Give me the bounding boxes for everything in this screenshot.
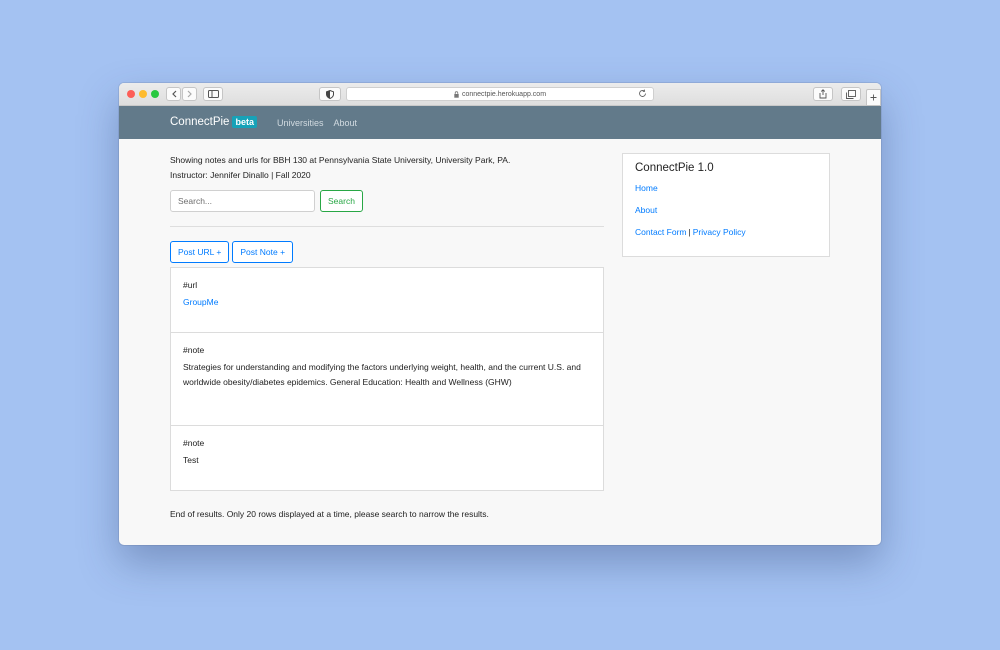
- shield-icon: [326, 89, 334, 99]
- instructor-line: Instructor: Jennifer Dinallo | Fall 2020: [170, 170, 311, 180]
- plus-icon: [870, 94, 877, 101]
- sidebar-about-link[interactable]: About: [635, 205, 657, 215]
- nav-about[interactable]: About: [334, 118, 358, 128]
- main-content: Showing notes and urls for BBH 130 at Pe…: [170, 153, 604, 519]
- brand-name[interactable]: ConnectPie: [170, 117, 229, 129]
- item-tag: #note: [183, 345, 205, 355]
- search-input[interactable]: [170, 190, 315, 212]
- sidebar-contact-link[interactable]: Contact Form: [635, 227, 687, 237]
- browser-titlebar: connectpie.herokuapp.com: [119, 83, 881, 106]
- address-bar[interactable]: connectpie.herokuapp.com: [346, 87, 654, 101]
- item-link[interactable]: GroupMe: [183, 297, 591, 307]
- divider: [170, 226, 604, 227]
- list-item: #note Strategies for understanding and m…: [171, 333, 603, 426]
- forward-button[interactable]: [182, 87, 197, 101]
- browser-window: connectpie.herokuapp.com ConnectPie beta …: [119, 83, 881, 545]
- share-button[interactable]: [813, 87, 833, 101]
- tabs-overview-button[interactable]: [841, 87, 861, 101]
- search-button[interactable]: Search: [320, 190, 363, 212]
- item-tag: #url: [183, 280, 198, 290]
- sidebar-privacy-link[interactable]: Privacy Policy: [693, 227, 746, 237]
- item-tag: #note: [183, 438, 205, 448]
- sidebar-title: ConnectPie 1.0: [635, 162, 714, 174]
- search-form: Search: [170, 190, 604, 212]
- list-item: #url GroupMe: [171, 268, 603, 333]
- back-button[interactable]: [166, 87, 181, 101]
- list-item: #note Test: [171, 426, 603, 490]
- sidebar-icon: [207, 90, 219, 98]
- minimize-window-button[interactable]: [139, 90, 147, 98]
- chevron-left-icon: [171, 90, 176, 98]
- lock-icon: [454, 90, 459, 98]
- course-intro: Showing notes and urls for BBH 130 at Pe…: [170, 153, 604, 183]
- item-text: Strategies for understanding and modifyi…: [183, 362, 581, 387]
- sidebar-home-link[interactable]: Home: [635, 183, 658, 193]
- sidebar-card: ConnectPie 1.0 Home About Contact Form | P…: [622, 153, 830, 257]
- post-url-button[interactable]: Post URL +: [170, 241, 230, 263]
- nav-universities[interactable]: Universities: [277, 118, 324, 128]
- results-list: #url GroupMe #note Strategies for unders…: [170, 267, 604, 491]
- beta-badge: beta: [232, 116, 257, 129]
- tabs-icon: [846, 89, 856, 99]
- post-actions: Post URL + Post Note +: [170, 241, 604, 263]
- site-navbar: ConnectPie beta Universities About: [119, 106, 881, 139]
- share-icon: [819, 89, 827, 99]
- results-footer: End of results. Only 20 rows displayed a…: [170, 509, 489, 519]
- chevron-right-icon: [187, 90, 192, 98]
- brand-logo[interactable]: ConnectPie beta: [170, 116, 257, 129]
- address-url: connectpie.herokuapp.com: [461, 90, 547, 98]
- close-window-button[interactable]: [127, 90, 135, 98]
- post-note-button[interactable]: Post Note +: [232, 241, 294, 263]
- sidebar-toggle-button[interactable]: [203, 87, 223, 101]
- course-info-line: Showing notes and urls for BBH 130 at Pe…: [170, 155, 511, 165]
- reload-icon[interactable]: [638, 89, 647, 100]
- maximize-window-button[interactable]: [151, 90, 159, 98]
- privacy-report-button[interactable]: [319, 87, 341, 101]
- new-tab-button[interactable]: [866, 89, 881, 106]
- link-separator: |: [688, 227, 691, 237]
- item-text: Test: [183, 455, 199, 465]
